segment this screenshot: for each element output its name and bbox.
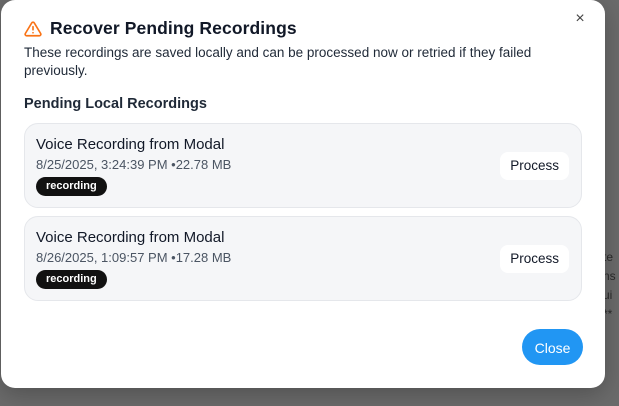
recording-meta: 8/25/2025, 3:24:39 PM •22.78 MB: [36, 157, 232, 172]
recording-card: Voice Recording from Modal 8/26/2025, 1:…: [24, 216, 582, 301]
status-badge: recording: [36, 270, 107, 289]
warning-triangle-icon: [24, 20, 42, 37]
recording-meta: 8/26/2025, 1:09:57 PM •17.28 MB: [36, 250, 232, 265]
modal-title: Recover Pending Recordings: [50, 18, 297, 38]
process-button[interactable]: Process: [500, 245, 569, 273]
section-title: Pending Local Recordings: [24, 96, 207, 112]
modal-description: These recordings are saved locally and c…: [24, 45, 532, 78]
recording-name: Voice Recording from Modal: [36, 136, 225, 153]
close-button[interactable]: Close: [522, 329, 583, 365]
background-side-text: te ns ui **: [603, 250, 616, 321]
recording-card: Voice Recording from Modal 8/25/2025, 3:…: [24, 123, 582, 208]
close-icon[interactable]: ×: [571, 10, 589, 28]
status-badge: recording: [36, 177, 107, 196]
recover-recordings-modal: × Recover Pending Recordings These recor…: [1, 0, 605, 388]
modal-header: Recover Pending Recordings: [24, 18, 297, 39]
process-button[interactable]: Process: [500, 152, 569, 180]
recording-name: Voice Recording from Modal: [36, 229, 225, 246]
